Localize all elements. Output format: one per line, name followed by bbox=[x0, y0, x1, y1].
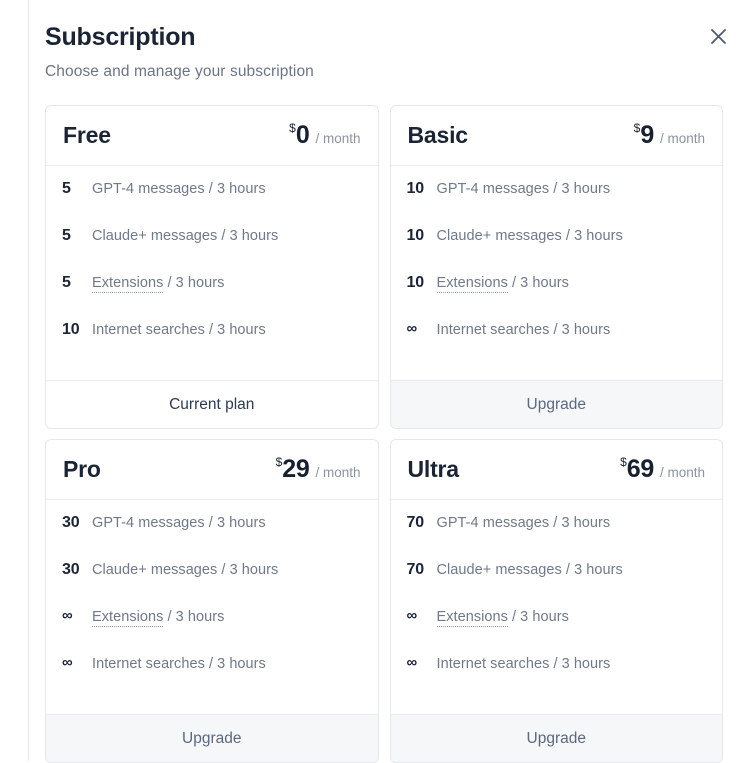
feature-value: ∞ bbox=[62, 607, 73, 624]
feature-label: Internet searches / 3 hours bbox=[436, 322, 611, 338]
feature-label: GPT-4 messages / 3 hours bbox=[436, 181, 611, 197]
feature-value: 10 bbox=[62, 321, 80, 338]
plan-name: Basic bbox=[407, 122, 469, 148]
plan-card-header: Ultra $69 / month bbox=[390, 440, 722, 500]
price-amount: 69 bbox=[626, 455, 655, 483]
feature-label: GPT-4 messages / 3 hours bbox=[92, 515, 266, 531]
feature-row: 30 Claude+ messages / 3 hours bbox=[46, 561, 378, 608]
feature-label: Internet searches / 3 hours bbox=[436, 656, 611, 672]
plan-features: 70 GPT-4 messages / 3 hours 70 Claude+ mess… bbox=[391, 500, 723, 714]
feature-value: ∞ bbox=[406, 607, 418, 624]
plan-price: $0 / month bbox=[289, 121, 360, 150]
feature-value: 10 bbox=[406, 274, 425, 291]
feature-value: 70 bbox=[406, 514, 425, 531]
close-icon[interactable] bbox=[705, 23, 731, 49]
price-currency: $ bbox=[289, 121, 296, 135]
feature-row: 10 Claude+ messages / 3 hours bbox=[391, 227, 723, 274]
feature-label: GPT-4 messages / 3 hours bbox=[92, 181, 266, 197]
feature-tooltip-term[interactable]: Extensions bbox=[436, 609, 508, 627]
price-currency: $ bbox=[275, 455, 283, 469]
plan-features: 5 GPT-4 messages / 3 hours 5 Claude+ messag… bbox=[46, 166, 378, 380]
upgrade-button[interactable]: Upgrade bbox=[390, 380, 722, 428]
feature-value: 10 bbox=[406, 227, 425, 244]
price-amount: 9 bbox=[640, 121, 654, 149]
plans-grid: Free $0 / month 5 GPT-4 messages / 3 hours 5 C… bbox=[29, 105, 736, 763]
plan-card: Basic $9 / month 10 GPT-4 messages / 3 hours… bbox=[389, 105, 723, 429]
plan-price: $69 / month bbox=[620, 455, 705, 484]
feature-label: Extensions / 3 hours bbox=[92, 609, 225, 627]
feature-label: Claude+ messages / 3 hours bbox=[436, 562, 623, 578]
price-period: / month bbox=[659, 131, 705, 146]
feature-label-text: / 3 hours bbox=[507, 609, 569, 625]
feature-row: 5 Claude+ messages / 3 hours bbox=[46, 227, 378, 274]
subscription-dialog: Subscription Choose and manage your subs… bbox=[29, 0, 736, 763]
plan-card: Pro $29/ month 30 GPT-4 messages / 3 hours 3… bbox=[45, 439, 379, 763]
feature-value: ∞ bbox=[406, 654, 418, 671]
plan-name: Pro bbox=[63, 456, 101, 482]
price-period: / month bbox=[315, 131, 361, 146]
dialog-header: Subscription Choose and manage your subs… bbox=[29, 0, 736, 83]
feature-value: 5 bbox=[62, 227, 71, 244]
feature-row: 70 Claude+ messages / 3 hours bbox=[391, 561, 723, 608]
upgrade-button[interactable]: Upgrade bbox=[46, 714, 378, 762]
plan-features: 10 GPT-4 messages / 3 hours 10 Claude+ mess… bbox=[391, 166, 723, 380]
feature-row: 5 GPT-4 messages / 3 hours bbox=[46, 180, 378, 227]
plan-features: 30 GPT-4 messages / 3 hours 30 Claude+ mess… bbox=[46, 500, 378, 714]
price-period: / month bbox=[659, 465, 705, 480]
feature-label: Extensions / 3 hours bbox=[436, 609, 569, 627]
feature-row: 30 GPT-4 messages / 3 hours bbox=[46, 514, 378, 561]
feature-row: 70 GPT-4 messages / 3 hours bbox=[391, 514, 723, 561]
feature-value: 30 bbox=[62, 514, 80, 531]
feature-tooltip-term[interactable]: Extensions bbox=[436, 275, 508, 293]
feature-row: 10 Extensions / 3 hours bbox=[391, 274, 723, 321]
plan-card: Free $0 / month 5 GPT-4 messages / 3 hours 5 C… bbox=[45, 105, 379, 429]
price-currency: $ bbox=[633, 121, 641, 135]
feature-row: 10 Internet searches / 3 hours bbox=[46, 321, 378, 368]
plan-card-header: Pro $29 / month bbox=[46, 440, 378, 500]
plan-card: Ultra $69 / month 70 GPT-4 messages / 3 hour… bbox=[389, 439, 723, 763]
feature-tooltip-term[interactable]: Extensions bbox=[92, 609, 164, 627]
feature-value: ∞ bbox=[62, 654, 73, 671]
feature-label: Claude+ messages / 3 hours bbox=[92, 228, 279, 244]
feature-row: ∞ Extensions / 3 hours bbox=[46, 607, 378, 655]
feature-label-text: / 3 hours bbox=[163, 275, 225, 291]
plan-price: $9 / month bbox=[634, 121, 705, 150]
feature-label: Internet searches / 3 hours bbox=[92, 322, 266, 338]
upgrade-button[interactable]: Upgrade bbox=[390, 714, 722, 762]
feature-tooltip-term[interactable]: Extensions bbox=[92, 275, 164, 293]
plan-name: Ultra bbox=[407, 456, 460, 482]
feature-label: Extensions / 3 hours bbox=[92, 275, 225, 293]
feature-label: Internet searches / 3 hours bbox=[92, 656, 266, 672]
feature-value: 5 bbox=[62, 180, 71, 197]
feature-label-text: / 3 hours bbox=[507, 275, 569, 291]
feature-value: ∞ bbox=[406, 320, 418, 337]
feature-row: ∞ Internet searches / 3 hours bbox=[391, 654, 723, 702]
feature-value: 10 bbox=[406, 180, 425, 197]
plan-price: $29 / month bbox=[276, 455, 361, 484]
feature-label: Claude+ messages / 3 hours bbox=[436, 228, 623, 244]
page-subtitle: Choose and manage your subscription bbox=[45, 63, 314, 80]
feature-row: 5 Extensions / 3 hours bbox=[46, 274, 378, 321]
feature-label-text: / 3 hours bbox=[163, 609, 225, 625]
plan-card-header: Basic $9 / month bbox=[390, 106, 722, 166]
price-amount: 29 bbox=[282, 455, 310, 483]
feature-row: 10 GPT-4 messages / 3 hours bbox=[391, 180, 723, 227]
feature-label: Claude+ messages / 3 hours bbox=[92, 562, 279, 578]
feature-row: ∞ Internet searches / 3 hours bbox=[46, 654, 378, 702]
current-plan-button[interactable]: Current plan bbox=[46, 380, 378, 428]
price-amount: 0 bbox=[295, 121, 310, 149]
plan-name: Free bbox=[63, 122, 111, 148]
feature-row: ∞ Internet searches / 3 hours bbox=[391, 320, 723, 368]
feature-value: 30 bbox=[62, 561, 80, 578]
feature-value: 70 bbox=[406, 561, 425, 578]
feature-label: GPT-4 messages / 3 hours bbox=[436, 515, 611, 531]
feature-row: ∞ Extensions / 3 hours bbox=[391, 607, 723, 655]
price-period: / month bbox=[315, 465, 361, 480]
price-currency: $ bbox=[620, 455, 627, 469]
page-title: Subscription bbox=[45, 23, 196, 51]
feature-value: 5 bbox=[62, 274, 71, 291]
plan-card-header: Free $0 / month bbox=[46, 106, 378, 166]
feature-label: Extensions / 3 hours bbox=[436, 275, 569, 293]
